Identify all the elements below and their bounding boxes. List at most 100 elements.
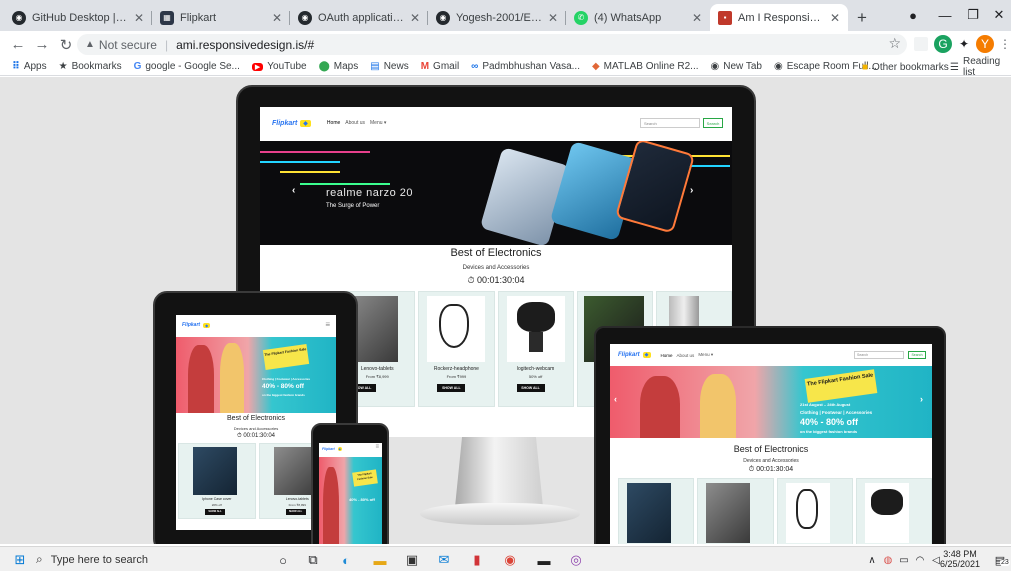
bookmark-google[interactable]: Ggoogle - Google Se... (128, 61, 246, 72)
windows-start-icon[interactable]: ⊞ (10, 550, 30, 570)
product-card[interactable] (855, 478, 932, 544)
show-all-button[interactable]: SHOW ALL (285, 509, 306, 515)
site-search-button[interactable]: Search (908, 351, 926, 359)
tab-github-desktop[interactable]: ◉ GitHub Desktop | Simple co ✕ (4, 4, 152, 31)
bookmark-label: New Tab (723, 61, 762, 72)
site-search-input[interactable]: Search (854, 351, 904, 359)
logo-text: Flipkart (272, 119, 298, 127)
bookmark-maps[interactable]: ⬤ Maps (313, 61, 365, 72)
tab-ecommerce[interactable]: ◉ Yogesh-2001/E-COMMERCE ✕ (428, 4, 566, 31)
carousel-prev-icon[interactable]: ‹ (292, 185, 295, 196)
url-text: ami.responsivedesign.is/# (176, 37, 315, 52)
menu-kebab-icon[interactable]: ⋮ (996, 35, 1011, 53)
carousel-next-icon[interactable]: › (690, 185, 693, 196)
app-icon[interactable]: ◎ (566, 550, 586, 570)
chrome-icon[interactable]: ◉ (500, 550, 520, 570)
windows-taskbar: ⊞ ⌕ Type here to search ○ ⧉ ◐ ▬ ▣ ✉ ▮ ◉ … (0, 546, 1011, 571)
task-view-icon[interactable]: ⧉ (303, 550, 323, 570)
bookmark-bookmarks[interactable]: ★ Bookmarks (53, 61, 128, 72)
reading-list[interactable]: ☰ Reading list (950, 56, 1011, 78)
carousel-next-icon[interactable]: › (920, 394, 923, 404)
tab-search-icon[interactable]: ● (899, 4, 927, 26)
site-logo[interactable]: Flipkart ◆ (322, 447, 342, 451)
reading-list-icon: ☰ (950, 61, 959, 73)
hamburger-icon[interactable]: ≡ (375, 444, 379, 450)
bookmark-new-tab[interactable]: ◉ New Tab (705, 61, 768, 72)
profile-avatar[interactable]: Y (976, 35, 994, 53)
product-card[interactable] (697, 478, 774, 544)
store-icon[interactable]: ▣ (402, 550, 422, 570)
close-icon[interactable]: ✕ (134, 11, 144, 25)
sale-badge: The Flipkart Fashion Sale (262, 344, 310, 370)
section-title: Best of Electronics (733, 444, 809, 454)
close-icon[interactable]: ✕ (692, 11, 702, 25)
laptop-screen[interactable]: Flipkart ◆ Home About us Menu ▾ Search Se… (610, 344, 932, 544)
bookmark-star-icon[interactable]: ☆ (888, 35, 901, 52)
tab-oauth[interactable]: ◉ OAuth application authoriz ✕ (290, 4, 428, 31)
extensions-puzzle-icon[interactable]: ✦ (955, 35, 973, 53)
forward-icon[interactable]: → (30, 33, 54, 57)
new-tab-button[interactable]: + (848, 4, 876, 31)
reload-icon[interactable]: ↻ (54, 33, 78, 57)
tab-am-i-responsive[interactable]: ▪ Am I Responsive? ✕ (710, 4, 848, 31)
nav-home[interactable]: Home (661, 353, 673, 358)
github-icon: ◉ (436, 10, 450, 25)
product-card[interactable]: logitech-webcam 50% off SHOW ALL (497, 291, 574, 407)
product-image (785, 483, 830, 543)
tab-whatsapp[interactable]: ✆ (4) WhatsApp ✕ (566, 4, 710, 31)
bookmark-label: Bookmarks (71, 61, 122, 72)
mail-icon[interactable]: ✉ (434, 550, 454, 570)
tab-title: Am I Responsive? (738, 11, 824, 24)
nav-about[interactable]: About us (345, 120, 365, 126)
product-card[interactable] (776, 478, 853, 544)
bookmark-apps[interactable]: ⠿ Apps (0, 61, 53, 72)
site-search-input[interactable]: Search (640, 118, 700, 128)
phone-screen[interactable]: Flipkart ◆ ≡ The Flipkart Fashion Sale 40… (319, 443, 382, 544)
site-search-button[interactable]: Search (703, 118, 723, 128)
taskbar-search[interactable]: ⌕ Type here to search (36, 549, 266, 570)
product-card[interactable]: Rockerz-headphone From ₹999 SHOW ALL (418, 291, 495, 407)
other-bookmarks[interactable]: ■ Other bookmarks (862, 58, 949, 76)
terminal-icon[interactable]: ▬ (534, 550, 554, 570)
nav-home[interactable]: Home (327, 120, 340, 126)
globe-icon: ◉ (710, 61, 720, 72)
bookmark-youtube[interactable]: ▶ YouTube (246, 61, 313, 72)
nav-menu[interactable]: Menu ▾ (698, 352, 713, 358)
product-image (627, 483, 671, 543)
close-icon[interactable]: ✕ (410, 11, 420, 25)
extension-square-icon[interactable] (914, 37, 928, 51)
product-card[interactable]: Iphone Case cover 20% off SHOW ALL (178, 443, 256, 519)
system-clock[interactable]: 3:48 PM 6/25/2021 (935, 549, 985, 569)
hamburger-icon[interactable]: ≡ (325, 320, 330, 329)
nav-about[interactable]: About us (677, 353, 695, 358)
site-logo[interactable]: Flipkart ◆ (272, 119, 311, 127)
show-all-button[interactable]: SHOW ALL (437, 384, 466, 392)
window-close-icon[interactable]: ✕ (984, 4, 1011, 26)
show-all-button[interactable]: SHOW ALL (516, 384, 545, 392)
product-card[interactable] (618, 478, 695, 544)
address-bar[interactable]: ▲ Not secure | ami.responsivedesign.is/#… (77, 34, 907, 55)
office-icon[interactable]: ▮ (467, 550, 487, 570)
edge-icon[interactable]: ◐ (336, 550, 356, 570)
tab-flipkart[interactable]: ▦ Flipkart ✕ (152, 4, 290, 31)
close-icon[interactable]: ✕ (272, 11, 282, 25)
logo-text: Flipkart (182, 322, 201, 328)
minimize-icon[interactable]: — (930, 4, 960, 26)
site-logo[interactable]: Flipkart ◆ (182, 322, 211, 328)
bookmark-padmbhushan[interactable]: ∞ Padmbhushan Vasa... (465, 61, 586, 72)
back-icon[interactable]: ← (6, 33, 30, 57)
hero-carousel: realme narzo 20 The Surge of Power ‹ › (260, 141, 732, 245)
show-all-button[interactable]: SHOW ALL (205, 509, 225, 515)
cortana-icon[interactable]: ○ (273, 550, 293, 570)
site-logo[interactable]: Flipkart ◆ (618, 352, 651, 358)
product-image (506, 296, 565, 362)
bookmark-news[interactable]: ▤ News (364, 61, 414, 72)
bookmark-gmail[interactable]: M Gmail (415, 61, 465, 72)
carousel-prev-icon[interactable]: ‹ (614, 394, 617, 404)
nav-menu[interactable]: Menu ▾ (370, 120, 386, 126)
close-icon[interactable]: ✕ (548, 11, 558, 25)
file-explorer-icon[interactable]: ▬ (370, 550, 390, 570)
bookmark-matlab[interactable]: ◆ MATLAB Online R2... (586, 61, 705, 72)
close-icon[interactable]: ✕ (830, 11, 840, 25)
grammarly-icon[interactable]: G (934, 35, 952, 53)
